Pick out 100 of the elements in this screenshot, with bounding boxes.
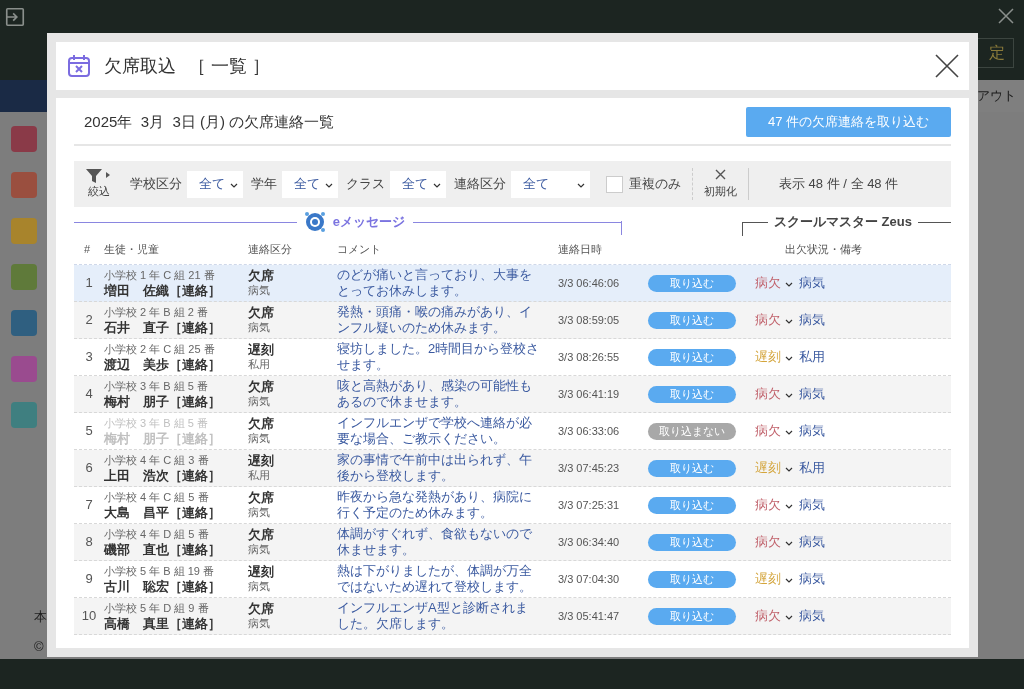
chevron-down-icon bbox=[230, 182, 238, 190]
close-icon[interactable] bbox=[998, 8, 1014, 24]
status-select[interactable]: 病欠 bbox=[755, 310, 793, 330]
import-row-button[interactable]: 取り込む bbox=[648, 570, 736, 588]
import-row-button[interactable]: 取り込まない bbox=[648, 422, 736, 440]
chevron-down-icon bbox=[785, 539, 793, 548]
chevron-down-icon bbox=[785, 391, 793, 400]
import-button[interactable]: 47 件の欠席連絡を取り込む bbox=[745, 107, 951, 137]
result-count: 表示 48 件 / 全 48 件 bbox=[779, 175, 899, 194]
menu-tile-icon[interactable] bbox=[11, 402, 37, 428]
import-row-button[interactable]: 取り込む bbox=[648, 348, 736, 366]
status-select[interactable]: 遅刻 bbox=[755, 569, 793, 589]
status-select[interactable]: 遅刻 bbox=[755, 458, 793, 478]
filter-label: 学年 bbox=[251, 175, 277, 194]
status-label: 病欠 bbox=[755, 385, 781, 404]
student-name: 梅村 朋子 bbox=[104, 431, 169, 446]
status-select[interactable]: 病欠 bbox=[755, 384, 793, 404]
menu-tile-icon[interactable] bbox=[11, 172, 37, 198]
contact-tag: ［連絡］ bbox=[169, 542, 221, 557]
menu-tile-icon[interactable] bbox=[11, 356, 37, 382]
status-note: 病気 bbox=[799, 607, 825, 626]
column-header: 連絡日時 bbox=[558, 242, 603, 258]
status-note: 病気 bbox=[799, 311, 825, 330]
student-class: 小学校 4 年 D 組 5 番 bbox=[104, 527, 210, 542]
import-row-button[interactable]: 取り込む bbox=[648, 385, 736, 403]
row-number: 1 bbox=[84, 274, 94, 293]
status-select[interactable]: 病欠 bbox=[755, 495, 793, 515]
chevron-down-icon bbox=[785, 576, 793, 585]
contact-reason: 病気 bbox=[248, 542, 271, 557]
import-row-button[interactable]: 取り込む bbox=[648, 274, 736, 292]
contact-reason: 病気 bbox=[248, 579, 271, 594]
contact-type: 遅刻 bbox=[248, 564, 275, 579]
student-name: 磯部 直也 bbox=[104, 542, 169, 557]
close-icon bbox=[715, 168, 726, 180]
source-label: スクールマスター Zeus bbox=[774, 213, 912, 232]
row-number: 4 bbox=[84, 385, 94, 404]
status-select[interactable]: 病欠 bbox=[755, 421, 793, 441]
student-class: 小学校 2 年 B 組 2 番 bbox=[104, 305, 209, 320]
status-select[interactable]: 病欠 bbox=[755, 606, 793, 626]
comment-text: 家の事情で午前中は出られず、午後から登校します。 bbox=[337, 452, 533, 484]
status-select[interactable]: 病欠 bbox=[755, 532, 793, 552]
filter-select[interactable]: 全て bbox=[282, 170, 338, 198]
contact-type: 欠席 bbox=[248, 527, 275, 542]
dialog-title: 欠席取込 bbox=[104, 54, 176, 78]
filter-select[interactable]: 全て bbox=[511, 170, 590, 198]
import-row-button[interactable]: 取り込む bbox=[648, 496, 736, 514]
menu-tile-icon[interactable] bbox=[11, 126, 37, 152]
student-class: 小学校 1 年 C 組 21 番 bbox=[104, 268, 216, 283]
import-row-button[interactable]: 取り込む bbox=[648, 607, 736, 625]
row-number: 3 bbox=[84, 348, 94, 367]
chevron-down-icon bbox=[325, 182, 333, 190]
menu-tile-icon[interactable] bbox=[11, 264, 37, 290]
chevron-down-icon bbox=[785, 613, 793, 622]
contact-reason: 病気 bbox=[248, 283, 271, 298]
footer-text: 本 bbox=[34, 608, 47, 626]
import-row-button[interactable]: 取り込む bbox=[648, 459, 736, 477]
row-number: 2 bbox=[84, 311, 94, 330]
filter-select[interactable]: 全て bbox=[390, 170, 446, 198]
menu-tile-icon[interactable] bbox=[11, 218, 37, 244]
comment-text: 体調がすぐれず、食欲もないので休ませます。 bbox=[337, 526, 533, 558]
student-name: 古川 聡宏 bbox=[104, 579, 169, 594]
login-icon[interactable] bbox=[4, 6, 26, 28]
list-heading: 2025年 3月 3日 (月) の欠席連絡一覧 bbox=[84, 111, 335, 132]
contact-time: 3/3 06:41:19 bbox=[558, 386, 621, 402]
contact-time: 3/3 07:04:30 bbox=[558, 571, 621, 587]
status-label: 病欠 bbox=[755, 607, 781, 626]
column-header: コメント bbox=[337, 242, 382, 258]
checkbox[interactable] bbox=[606, 175, 623, 193]
contact-reason: 私用 bbox=[248, 468, 271, 483]
column-header: 生徒・児童 bbox=[104, 242, 160, 258]
menu-tile-icon[interactable] bbox=[11, 310, 37, 336]
student-name: 石井 直子 bbox=[104, 320, 169, 335]
contact-tag: ［連絡］ bbox=[169, 283, 221, 298]
dialog-subtitle: ［ 一覧 ］ bbox=[188, 54, 270, 78]
row-number: 7 bbox=[84, 496, 94, 515]
contact-tag: ［連絡］ bbox=[169, 505, 221, 520]
import-row-button[interactable]: 取り込む bbox=[648, 311, 736, 329]
contact-time: 3/3 05:41:47 bbox=[558, 608, 621, 624]
comment-text: のどが痛いと言っており、大事をとってお休みします。 bbox=[337, 267, 533, 299]
student-name: 上田 浩次 bbox=[104, 468, 169, 483]
import-row-button[interactable]: 取り込む bbox=[648, 533, 736, 551]
contact-type: 欠席 bbox=[248, 416, 275, 431]
close-icon[interactable] bbox=[935, 54, 959, 78]
column-header: 連絡区分 bbox=[248, 242, 293, 258]
contact-tag: ［連絡］ bbox=[169, 579, 221, 594]
reset-button[interactable]: 初期化 bbox=[704, 168, 737, 200]
contact-tag: ［連絡］ bbox=[169, 431, 221, 446]
contact-tag: ［連絡］ bbox=[169, 616, 221, 631]
filter-label: 学校区分 bbox=[130, 175, 182, 194]
status-note: 病気 bbox=[799, 496, 825, 515]
contact-type: 欠席 bbox=[248, 490, 275, 505]
column-header: 出欠状況・備考 bbox=[785, 242, 862, 258]
footer-text: © bbox=[34, 637, 45, 656]
student-name: 大島 昌平 bbox=[104, 505, 169, 520]
row-number: 10 bbox=[80, 607, 98, 626]
status-select[interactable]: 病欠 bbox=[755, 273, 793, 293]
status-label: 病欠 bbox=[755, 496, 781, 515]
filter-select[interactable]: 全て bbox=[187, 170, 243, 198]
status-select[interactable]: 遅刻 bbox=[755, 347, 793, 367]
filter-icon[interactable] bbox=[86, 168, 112, 183]
